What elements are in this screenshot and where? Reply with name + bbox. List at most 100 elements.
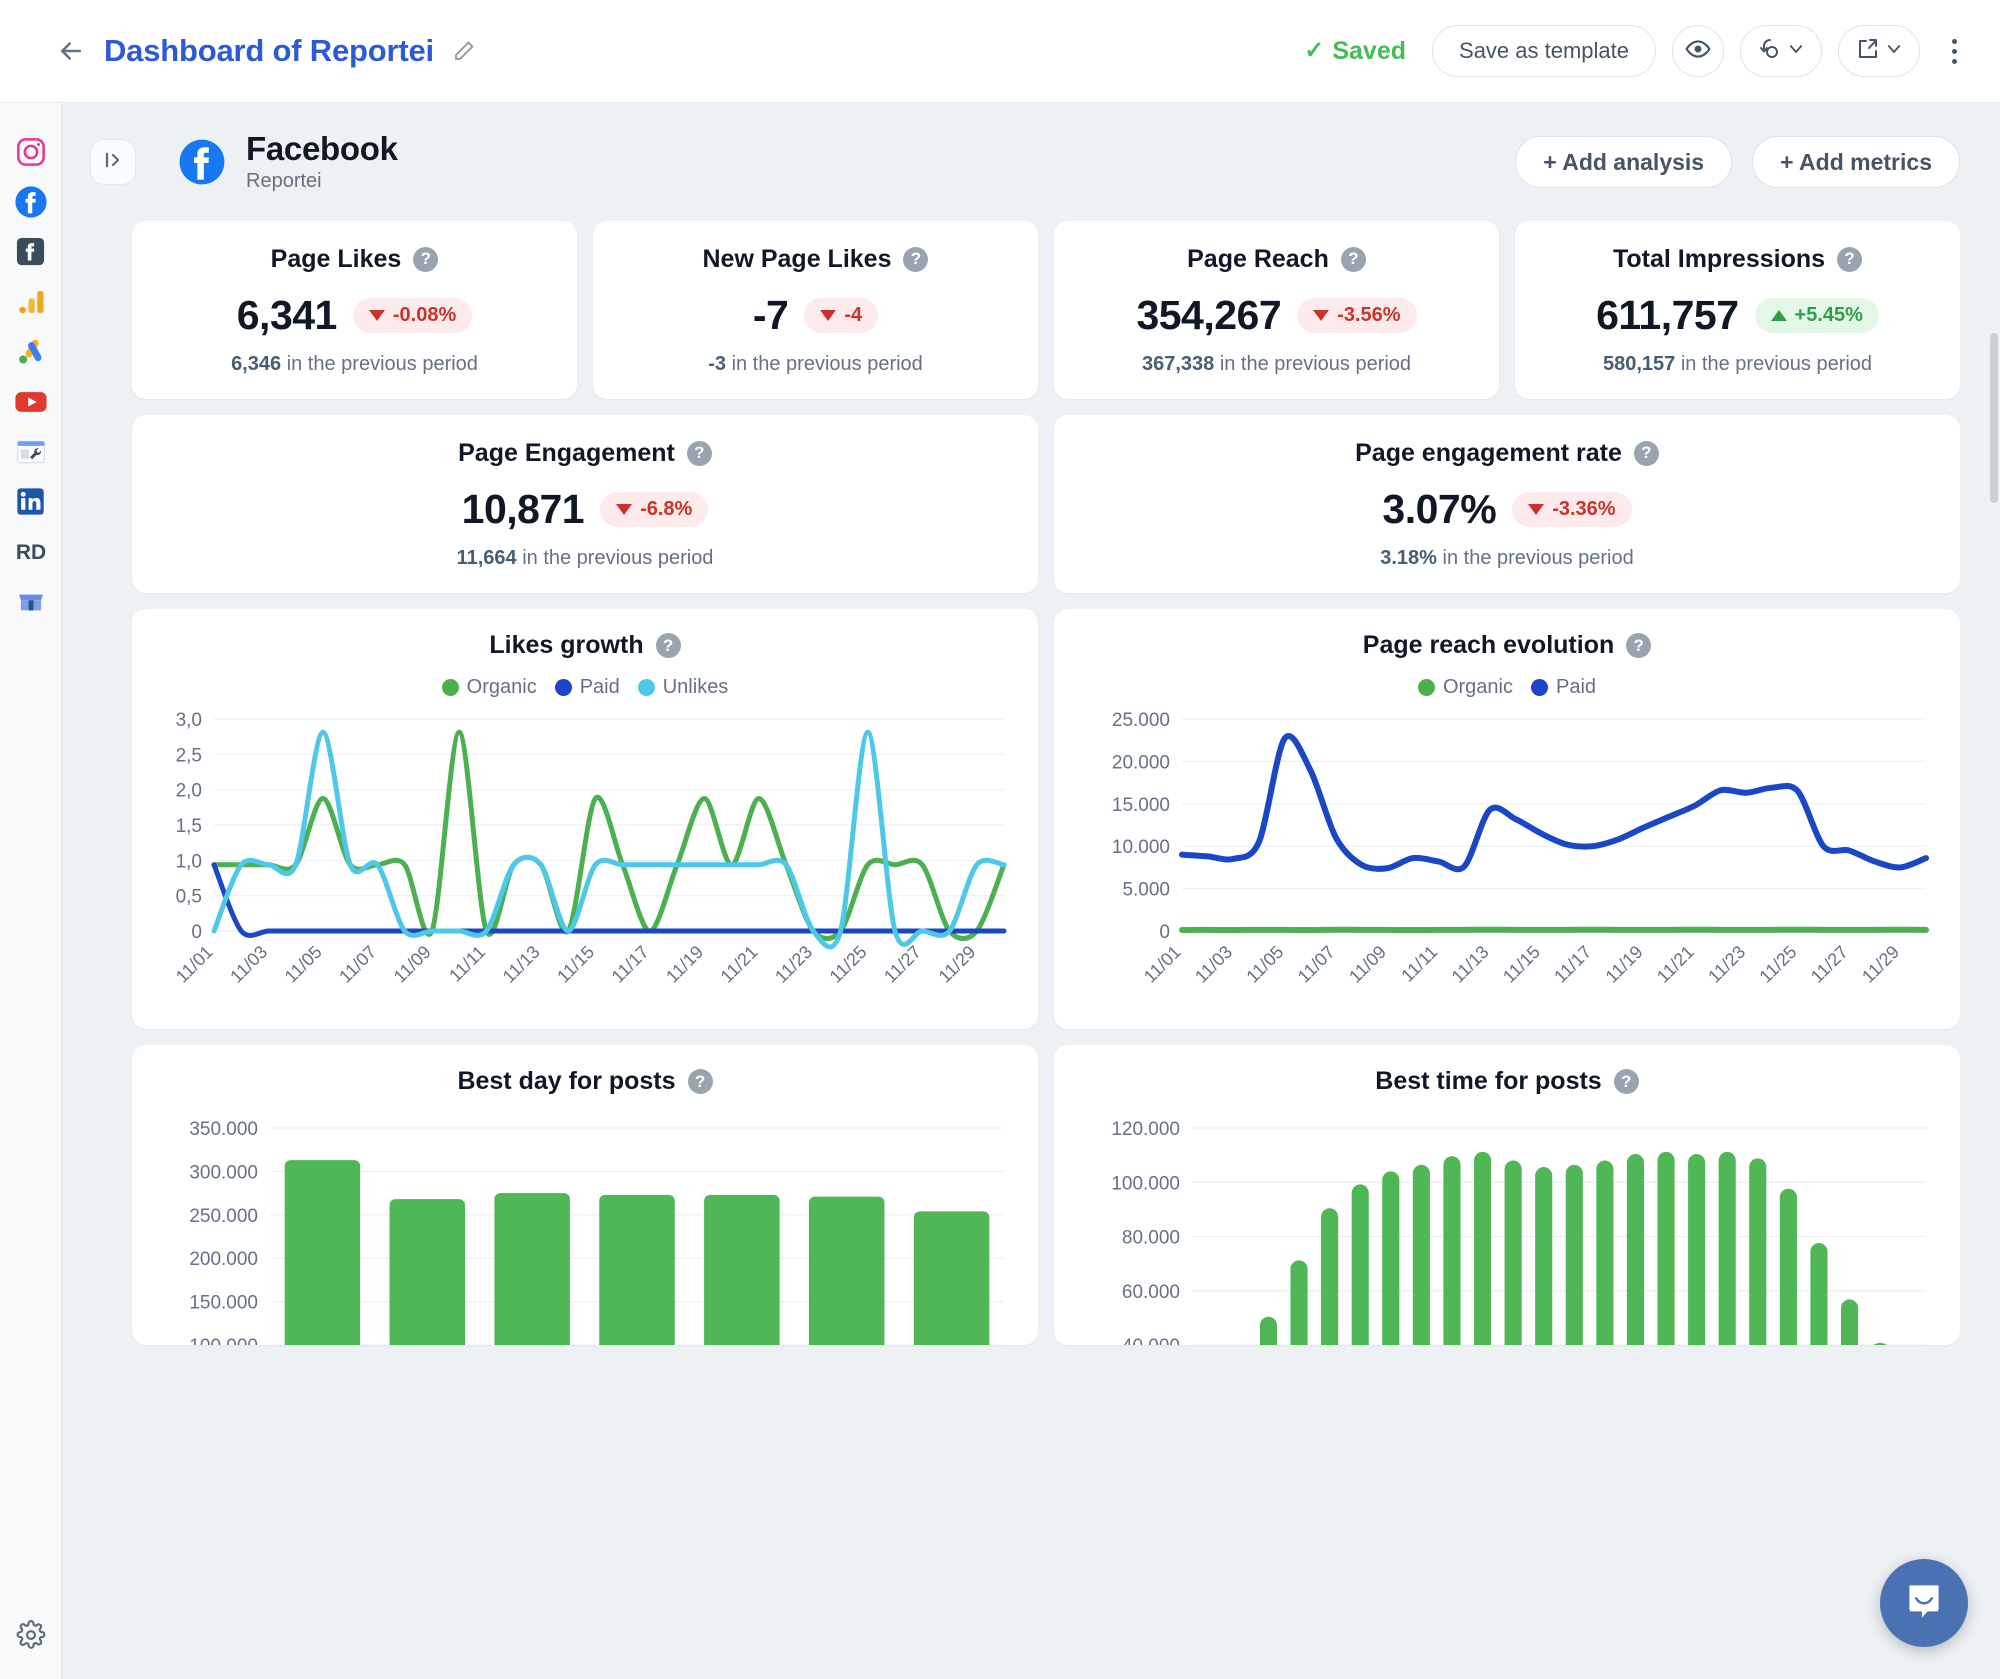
badge-delta: -4 <box>844 303 863 326</box>
sidebar-item-instagram[interactable] <box>9 129 53 179</box>
svg-text:25.000: 25.000 <box>1112 710 1170 731</box>
legend-item-paid[interactable]: Paid <box>554 676 620 699</box>
kpi-value: 354,267 <box>1136 291 1282 338</box>
legend-dot-icon <box>637 679 655 696</box>
pencil-icon[interactable] <box>452 39 476 63</box>
kpi-label: Page Likes <box>270 244 402 273</box>
svg-text:11/15: 11/15 <box>553 942 598 987</box>
sidebar-item-google-analytics[interactable] <box>9 279 53 329</box>
svg-text:11/23: 11/23 <box>1704 942 1749 987</box>
chart-title: Likes growth ? <box>152 631 1018 660</box>
share-icon <box>1856 37 1880 66</box>
svg-text:11/29: 11/29 <box>935 942 980 987</box>
kpi-previous-suffix: in the previous period <box>286 352 478 375</box>
svg-text:20.000: 20.000 <box>1112 752 1170 773</box>
vertical-scrollbar[interactable] <box>1990 333 1998 503</box>
triangle-down-icon <box>368 309 385 321</box>
linkedin-icon <box>15 486 46 522</box>
svg-text:11/21: 11/21 <box>717 942 762 987</box>
section-brand: Facebook Reportei <box>178 131 398 194</box>
eye-icon <box>1685 36 1711 67</box>
legend-item-organic[interactable]: Organic <box>441 676 537 699</box>
badge-delta: -6.8% <box>640 497 693 520</box>
legend-label: Paid <box>579 676 620 698</box>
triangle-down-icon <box>1528 503 1545 515</box>
download-button[interactable] <box>1740 25 1822 77</box>
svg-text:11/03: 11/03 <box>226 942 271 987</box>
svg-text:60.000: 60.000 <box>1122 1282 1180 1303</box>
triangle-down-icon <box>820 309 837 321</box>
legend-label: Organic <box>466 676 537 698</box>
legend-item-paid[interactable]: Paid <box>1531 676 1596 699</box>
kpi-previous-value: -3 <box>708 352 726 375</box>
kpi-previous-value: 6,346 <box>231 352 282 375</box>
facebook-icon <box>14 185 48 224</box>
svg-text:5.000: 5.000 <box>1122 880 1170 901</box>
back-arrow-icon[interactable] <box>56 36 86 66</box>
svg-text:11/27: 11/27 <box>1807 942 1852 987</box>
status-badge: -3.36% <box>1512 491 1632 527</box>
kpi-previous-value: 11,664 <box>456 546 517 569</box>
help-icon[interactable]: ? <box>1837 246 1863 272</box>
more-options-button[interactable] <box>1936 25 1972 77</box>
kpi-label: Page Reach <box>1187 244 1329 273</box>
kpi-card-new-page-likes: New Page Likes ? -7 -4 -3 in the previou… <box>593 221 1038 399</box>
add-analysis-button[interactable]: + Add analysis <box>1515 136 1733 188</box>
svg-text:11/13: 11/13 <box>1448 942 1493 987</box>
sidebar-item-google-ads[interactable] <box>9 329 53 379</box>
save-as-template-button[interactable]: Save as template <box>1432 25 1656 77</box>
svg-text:2,5: 2,5 <box>176 745 202 766</box>
sidebar-item-facebook[interactable] <box>9 179 53 229</box>
collapse-panel-button[interactable] <box>90 139 136 185</box>
help-icon[interactable]: ? <box>1613 1069 1639 1094</box>
svg-text:11/15: 11/15 <box>1499 942 1544 987</box>
legend-label: Unlikes <box>662 676 729 698</box>
kpi-value-row: 354,267 -3.56% <box>1136 291 1417 339</box>
saved-label: Saved <box>1332 36 1407 65</box>
help-icon[interactable]: ? <box>1340 246 1366 272</box>
svg-text:0: 0 <box>1159 922 1170 943</box>
help-icon[interactable]: ? <box>903 246 929 272</box>
youtube-icon <box>14 385 48 424</box>
add-metrics-button[interactable]: + Add metrics <box>1752 136 1960 188</box>
help-icon[interactable]: ? <box>686 440 712 466</box>
share-button[interactable] <box>1838 25 1920 77</box>
kpi-previous-suffix: in the previous period <box>1680 352 1873 375</box>
help-icon[interactable]: ? <box>413 246 439 272</box>
sidebar-item-search-console[interactable] <box>9 429 53 479</box>
kpi-previous: 3.18% in the previous period <box>1380 547 1634 570</box>
preview-button[interactable] <box>1672 25 1724 77</box>
help-icon[interactable]: ? <box>1633 440 1659 466</box>
settings-gear-button[interactable] <box>11 1617 51 1657</box>
svg-text:11/07: 11/07 <box>335 942 380 987</box>
sidebar-item-google-my-business[interactable] <box>9 579 53 629</box>
kpi-label: Total Impressions <box>1612 244 1826 273</box>
legend-item-organic[interactable]: Organic <box>1417 676 1513 699</box>
google-my-business-icon <box>15 586 47 623</box>
svg-text:11/23: 11/23 <box>771 942 816 987</box>
help-icon[interactable]: ? <box>655 633 681 658</box>
legend-item-unlikes[interactable]: Unlikes <box>637 676 729 699</box>
section-subtitle: Reportei <box>246 170 322 193</box>
svg-text:200.000: 200.000 <box>189 1249 258 1270</box>
sidebar-item-facebook-ads[interactable] <box>9 229 53 279</box>
help-icon[interactable]: ? <box>1626 633 1652 658</box>
chart-title-text: Best time for posts <box>1375 1067 1602 1095</box>
help-icon[interactable]: ? <box>687 1069 713 1094</box>
kpi-label: Page Engagement <box>458 438 675 467</box>
intercom-chat-icon <box>1899 1576 1949 1631</box>
kpi-title: New Page Likes ? <box>703 245 929 274</box>
sidebar-item-rd-station[interactable]: RD <box>9 529 53 579</box>
svg-text:3,0: 3,0 <box>176 710 202 731</box>
badge-delta: -3.36% <box>1552 497 1616 520</box>
chevron-down-icon <box>1885 40 1903 63</box>
chat-launcher-button[interactable] <box>1880 1559 1968 1647</box>
svg-text:11/05: 11/05 <box>1242 942 1287 987</box>
svg-text:250.000: 250.000 <box>189 1206 258 1227</box>
svg-text:100.000: 100.000 <box>189 1336 258 1345</box>
gear-icon <box>16 1619 46 1655</box>
kpi-value: 6,341 <box>236 291 338 338</box>
dashboard-title[interactable]: Dashboard of Reportei <box>104 33 434 69</box>
sidebar-item-linkedin[interactable] <box>9 479 53 529</box>
sidebar-item-youtube[interactable] <box>9 379 53 429</box>
